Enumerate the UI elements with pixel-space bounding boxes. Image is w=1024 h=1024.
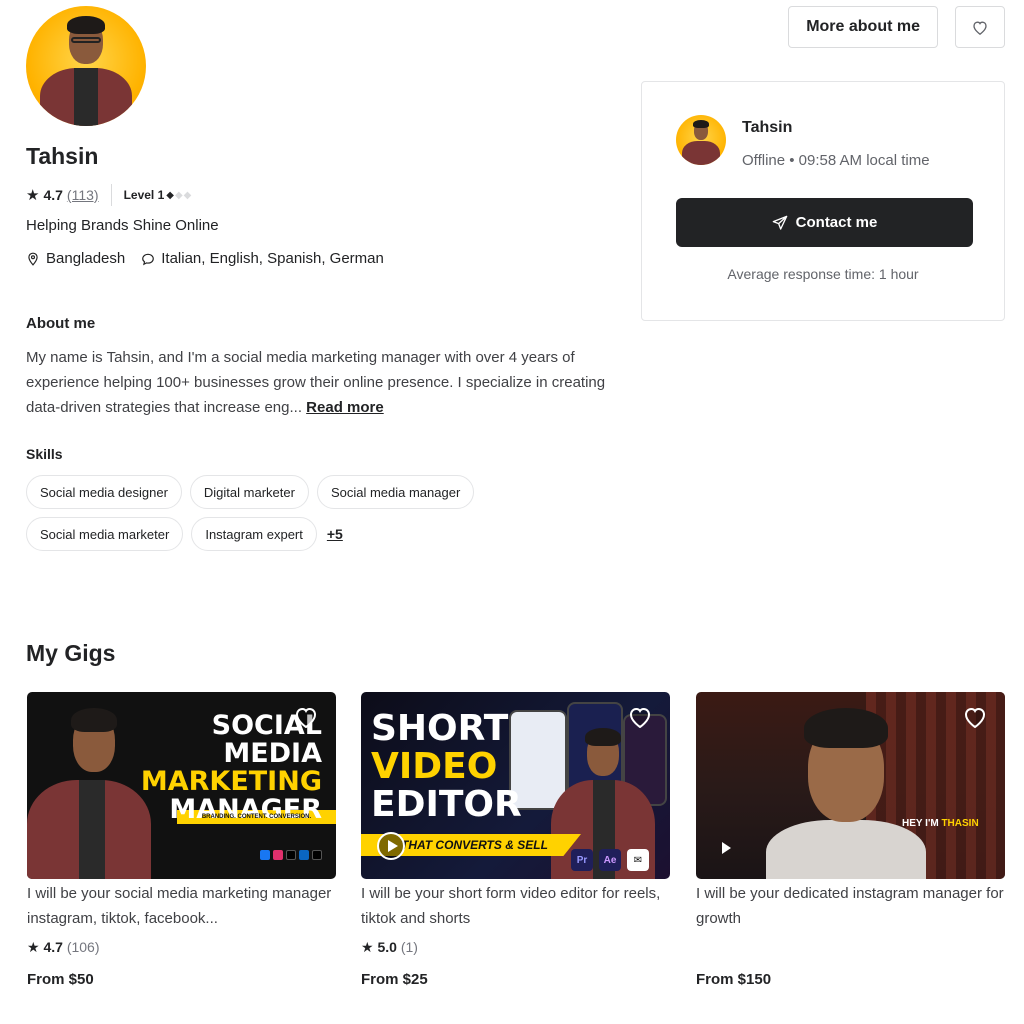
about-text: My name is Tahsin, and I'm a social medi… xyxy=(26,345,616,420)
gig-card[interactable]: SOCIAL MEDIA MARKETING MANAGER BRANDING.… xyxy=(27,692,336,988)
level-diamonds-icon: ◆◆◆ xyxy=(166,189,193,201)
gig-price: From $50 xyxy=(27,971,94,988)
divider xyxy=(110,184,112,206)
thumb-band-text: THAT CONVERTS & SELL xyxy=(401,838,548,852)
star-icon: ★ xyxy=(27,939,40,955)
skill-chip[interactable]: Digital marketer xyxy=(189,475,309,509)
read-more-link[interactable]: Read more xyxy=(306,399,384,416)
skills-list: Social media designer Digital marketer S… xyxy=(26,475,586,551)
gig-title[interactable]: I will be your dedicated instagram manag… xyxy=(696,881,1005,931)
thumb-headline: SHORT VIDEO EDITOR xyxy=(371,708,522,825)
chat-bubble-icon xyxy=(141,252,155,266)
about-title: About me xyxy=(26,315,96,332)
gig-price: From $150 xyxy=(696,971,772,988)
seller-meta: Bangladesh Italian, English, Spanish, Ge… xyxy=(26,250,400,267)
language-list: Italian, English, Spanish, German xyxy=(161,250,384,267)
gig-rating: ★ 5.0 (1) xyxy=(361,939,418,955)
person-image xyxy=(756,702,936,879)
heart-icon[interactable] xyxy=(963,706,987,728)
capcut-icon: ✉ xyxy=(627,849,649,871)
play-icon[interactable] xyxy=(377,832,405,860)
rating-score: 4.7 xyxy=(43,187,63,203)
location: Bangladesh xyxy=(26,250,125,267)
thumb-strip-text: BRANDING. CONTENT. CONVERSION. xyxy=(201,814,312,820)
review-count[interactable]: (113) xyxy=(67,187,99,203)
response-time: Average response time: 1 hour xyxy=(727,266,919,282)
gig-card[interactable]: HEY I'M THASIN I will be your dedicated … xyxy=(696,692,1005,988)
star-icon: ★ xyxy=(361,939,374,955)
thumb-headline: SOCIAL MEDIA MARKETING MANAGER xyxy=(140,710,322,825)
skill-chip[interactable]: Social media manager xyxy=(316,475,475,509)
thumb-caption: HEY I'M THASIN xyxy=(902,818,979,829)
seller-name: Tahsin xyxy=(26,143,99,169)
contact-me-button[interactable]: Contact me xyxy=(676,198,973,247)
location-pin-icon xyxy=(26,252,40,266)
after-effects-icon: Ae xyxy=(599,849,621,871)
social-icons xyxy=(260,850,322,860)
avatar xyxy=(26,6,146,126)
gig-price: From $25 xyxy=(361,971,428,988)
seller-level: Level 1 xyxy=(123,188,165,202)
gig-thumbnail[interactable]: SHORT VIDEO EDITOR THAT CONVERTS & SELL … xyxy=(361,692,670,879)
languages: Italian, English, Spanish, German xyxy=(141,250,384,267)
online-status: Offline • 09:58 AM local time xyxy=(742,152,930,169)
contact-avatar xyxy=(676,115,726,165)
more-skills-link[interactable]: +5 xyxy=(327,526,343,542)
skill-chip[interactable]: Social media designer xyxy=(26,475,182,509)
top-actions: More about me xyxy=(788,6,1005,48)
gig-thumbnail[interactable]: HEY I'M THASIN xyxy=(696,692,1005,879)
gig-title[interactable]: I will be your social media marketing ma… xyxy=(27,881,336,931)
star-icon: ★ xyxy=(26,187,40,204)
gig-rating: ★ 4.7 (106) xyxy=(27,939,100,955)
skill-chip[interactable]: Social media marketer xyxy=(26,517,184,551)
gig-card[interactable]: SHORT VIDEO EDITOR THAT CONVERTS & SELL … xyxy=(361,692,670,988)
send-icon xyxy=(772,215,787,230)
heart-icon[interactable] xyxy=(294,706,318,728)
play-icon[interactable] xyxy=(722,842,731,854)
contact-name: Tahsin xyxy=(742,119,793,136)
gig-title[interactable]: I will be your short form video editor f… xyxy=(361,881,670,931)
save-seller-button[interactable] xyxy=(955,6,1005,48)
country: Bangladesh xyxy=(46,250,126,267)
contact-me-label: Contact me xyxy=(795,214,878,231)
skill-chip[interactable]: Instagram expert xyxy=(191,517,317,551)
contact-card: Tahsin Offline • 09:58 AM local time Con… xyxy=(641,81,1005,321)
tagline: Helping Brands Shine Online xyxy=(26,217,219,234)
skills-title: Skills xyxy=(26,446,63,462)
gigs-title: My Gigs xyxy=(26,640,116,666)
gig-rating xyxy=(696,939,1005,959)
heart-icon[interactable] xyxy=(628,706,652,728)
premiere-pro-icon: Pr xyxy=(571,849,593,871)
heart-icon xyxy=(973,20,987,35)
more-about-me-button[interactable]: More about me xyxy=(788,6,938,48)
gig-thumbnail[interactable]: SOCIAL MEDIA MARKETING MANAGER BRANDING.… xyxy=(27,692,336,879)
rating-row: ★ 4.7 (113) Level 1 ◆◆◆ xyxy=(26,184,192,206)
